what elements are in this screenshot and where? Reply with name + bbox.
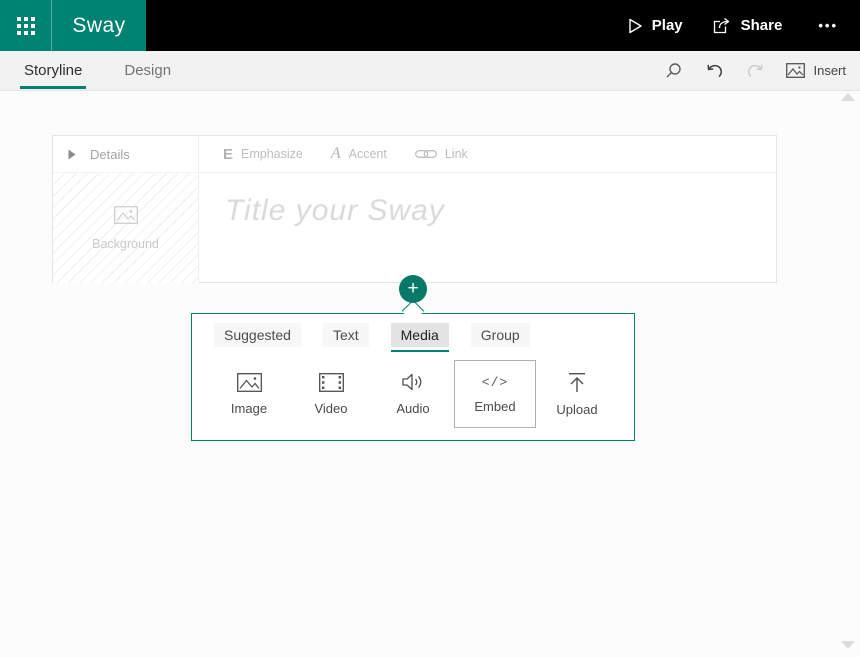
sway-app-window: Sway Play Share ••• Storyline Design Ins…: [0, 0, 860, 657]
menu-item-upload[interactable]: Upload: [536, 360, 618, 428]
tab-media[interactable]: Media: [390, 323, 449, 352]
insert-label: Insert: [813, 63, 846, 78]
plus-icon: +: [407, 278, 419, 299]
tab-design[interactable]: Design: [124, 51, 171, 90]
search-icon: [666, 63, 682, 78]
image-icon: [236, 372, 262, 392]
background-image-icon: [113, 205, 138, 224]
upload-label: Upload: [556, 401, 598, 417]
tab-text[interactable]: Text: [322, 323, 369, 347]
emphasize-icon: E: [223, 145, 234, 163]
menu-item-audio[interactable]: Audio: [372, 360, 454, 428]
insert-image-icon: [786, 63, 806, 78]
emphasize-label: Emphasize: [241, 147, 303, 161]
title-card: Details E Emphasize A Accent Link Backgr…: [52, 135, 777, 283]
share-label: Share: [740, 17, 783, 34]
toolbar-actions: Insert: [665, 62, 860, 79]
link-icon: [414, 150, 437, 158]
image-label: Image: [230, 400, 268, 416]
insert-menu-tabs: Suggested Text Media Group: [214, 323, 530, 352]
app-launcher-button[interactable]: [0, 0, 52, 51]
accent-icon: A: [330, 145, 341, 162]
insert-button[interactable]: Insert: [786, 63, 846, 78]
topbar-actions: Play Share •••: [627, 0, 860, 51]
share-icon: [713, 17, 729, 33]
background-label: Background: [92, 236, 159, 251]
search-button[interactable]: [665, 62, 682, 79]
editor-toolbar: Storyline Design Insert: [0, 51, 860, 91]
undo-button[interactable]: [706, 63, 724, 79]
menu-item-embed[interactable]: </> Embed: [454, 360, 536, 428]
upload-icon: [569, 372, 585, 392]
title-card-header: Details E Emphasize A Accent Link: [53, 136, 776, 173]
link-button[interactable]: Link: [414, 147, 468, 161]
media-items-row: Image Video Audio </> Embed Upload: [208, 360, 618, 428]
audio-label: Audio: [396, 401, 430, 416]
app-title[interactable]: Sway: [52, 0, 146, 51]
details-expander[interactable]: Details: [53, 136, 199, 172]
audio-icon: [402, 373, 422, 391]
undo-icon: [707, 64, 723, 77]
more-options-button[interactable]: •••: [812, 14, 844, 37]
details-label: Details: [90, 146, 130, 162]
background-drop-zone[interactable]: Background: [53, 173, 199, 283]
embed-code-icon: </>: [481, 374, 509, 390]
waffle-icon: [16, 16, 35, 35]
scroll-down-arrow[interactable]: [841, 641, 855, 649]
tab-suggested[interactable]: Suggested: [214, 323, 301, 347]
embed-label: Embed: [474, 398, 516, 414]
share-button[interactable]: Share: [713, 17, 783, 35]
accent-button[interactable]: A Accent: [331, 145, 387, 163]
emphasize-button[interactable]: E Emphasize: [223, 146, 303, 163]
tab-storyline[interactable]: Storyline: [19, 51, 87, 90]
link-label: Link: [444, 147, 468, 161]
add-content-button[interactable]: +: [399, 275, 427, 303]
menu-item-video[interactable]: Video: [290, 360, 372, 428]
redo-icon: [748, 64, 764, 77]
format-toolbar: E Emphasize A Accent Link: [199, 136, 488, 172]
brand-block: Sway: [0, 0, 146, 51]
title-input[interactable]: Title your Sway: [225, 194, 445, 228]
expander-triangle-icon: [68, 149, 76, 159]
scroll-up-arrow[interactable]: [841, 93, 855, 101]
insert-menu-popup: Suggested Text Media Group Image Video A…: [191, 313, 635, 441]
top-app-bar: Sway Play Share •••: [0, 0, 860, 51]
view-tabs: Storyline Design: [0, 51, 171, 90]
accent-label: Accent: [348, 147, 387, 161]
video-label: Video: [314, 400, 348, 416]
redo-button[interactable]: [746, 63, 764, 79]
video-icon: [318, 372, 344, 392]
play-button[interactable]: Play: [627, 17, 683, 34]
play-label: Play: [651, 17, 683, 34]
play-icon: [629, 18, 642, 33]
menu-item-image[interactable]: Image: [208, 360, 290, 428]
tab-group[interactable]: Group: [470, 323, 530, 347]
